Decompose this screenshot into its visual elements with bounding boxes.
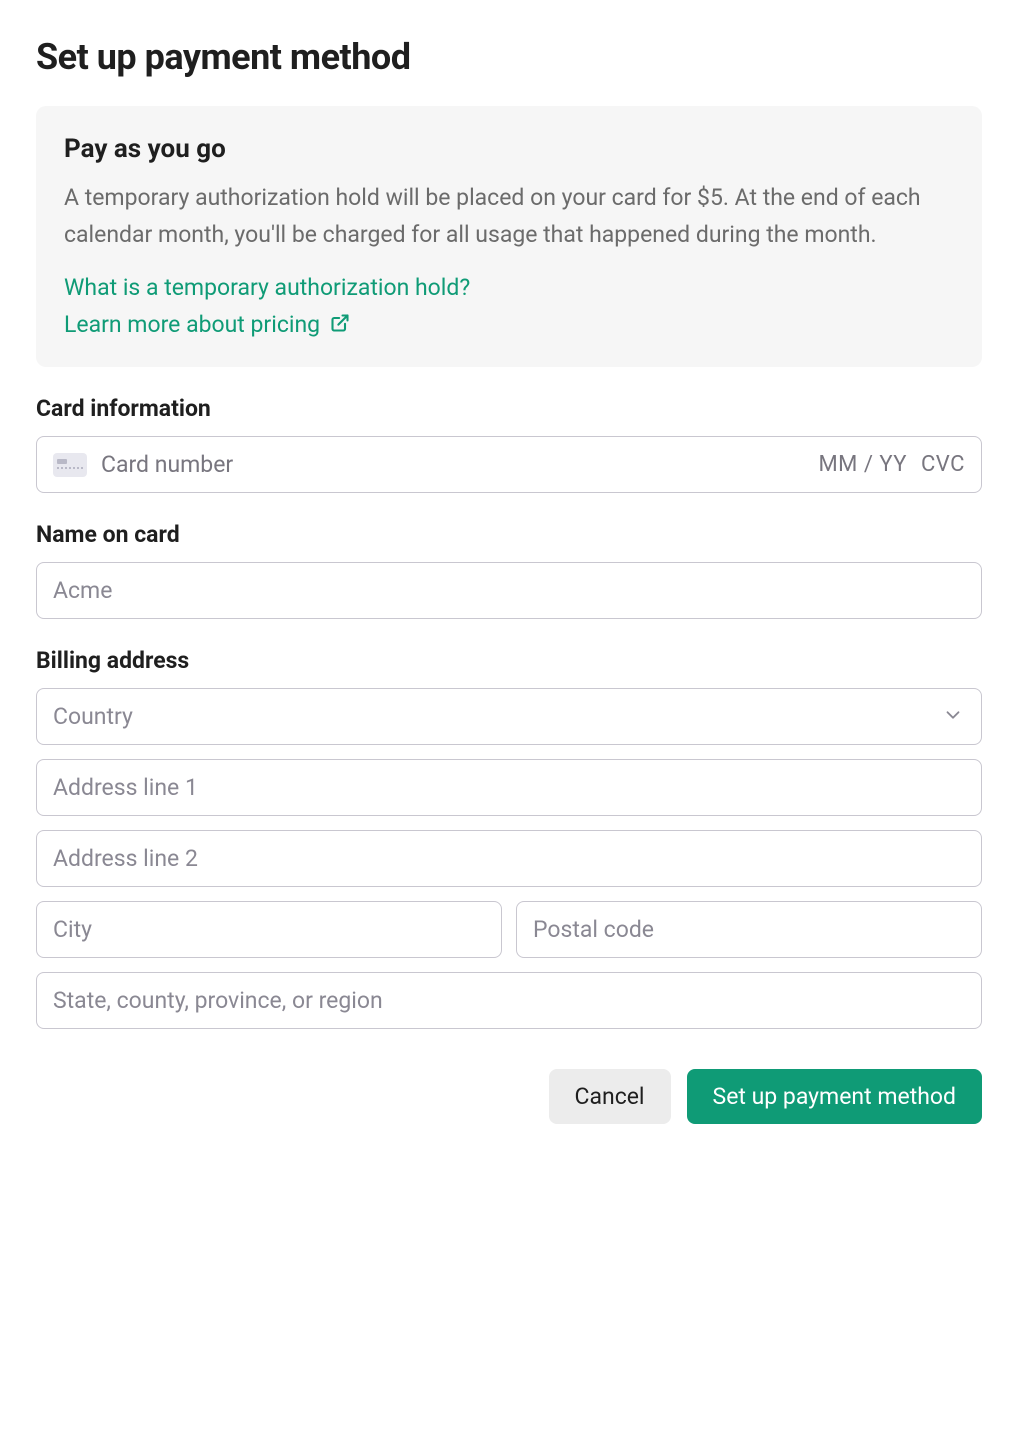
external-link-icon bbox=[330, 312, 350, 339]
country-select[interactable]: Country bbox=[36, 688, 982, 745]
address-line1-input[interactable] bbox=[36, 759, 982, 816]
postal-code-input[interactable] bbox=[516, 901, 982, 958]
billing-address-section: Billing address Country bbox=[36, 647, 982, 1029]
region-input[interactable] bbox=[36, 972, 982, 1029]
info-box-description: A temporary authorization hold will be p… bbox=[64, 180, 954, 254]
pricing-link-label: Learn more about pricing bbox=[64, 311, 320, 338]
city-postal-row bbox=[36, 901, 982, 958]
card-info-label: Card information bbox=[36, 395, 982, 422]
name-on-card-label: Name on card bbox=[36, 521, 982, 548]
name-on-card-input[interactable] bbox=[36, 562, 982, 619]
footer-actions: Cancel Set up payment method bbox=[36, 1069, 982, 1124]
credit-card-icon bbox=[53, 453, 87, 477]
card-number-placeholder: Card number bbox=[101, 451, 804, 478]
country-select-wrap: Country bbox=[36, 688, 982, 745]
card-cvc-placeholder: CVC bbox=[921, 452, 965, 477]
card-expiry-placeholder: MM / YY bbox=[818, 452, 907, 477]
name-on-card-section: Name on card bbox=[36, 521, 982, 619]
cancel-button[interactable]: Cancel bbox=[549, 1069, 671, 1124]
address-line2-input[interactable] bbox=[36, 830, 982, 887]
city-input[interactable] bbox=[36, 901, 502, 958]
card-input-row[interactable]: Card number MM / YY CVC bbox=[36, 436, 982, 493]
info-box-title: Pay as you go bbox=[64, 134, 954, 164]
info-box: Pay as you go A temporary authorization … bbox=[36, 106, 982, 367]
auth-hold-link[interactable]: What is a temporary authorization hold? bbox=[64, 274, 954, 301]
billing-address-label: Billing address bbox=[36, 647, 982, 674]
submit-button[interactable]: Set up payment method bbox=[687, 1069, 982, 1124]
card-info-section: Card information Card number MM / YY CVC bbox=[36, 395, 982, 493]
pricing-link[interactable]: Learn more about pricing bbox=[64, 311, 954, 339]
page-title: Set up payment method bbox=[36, 36, 982, 78]
